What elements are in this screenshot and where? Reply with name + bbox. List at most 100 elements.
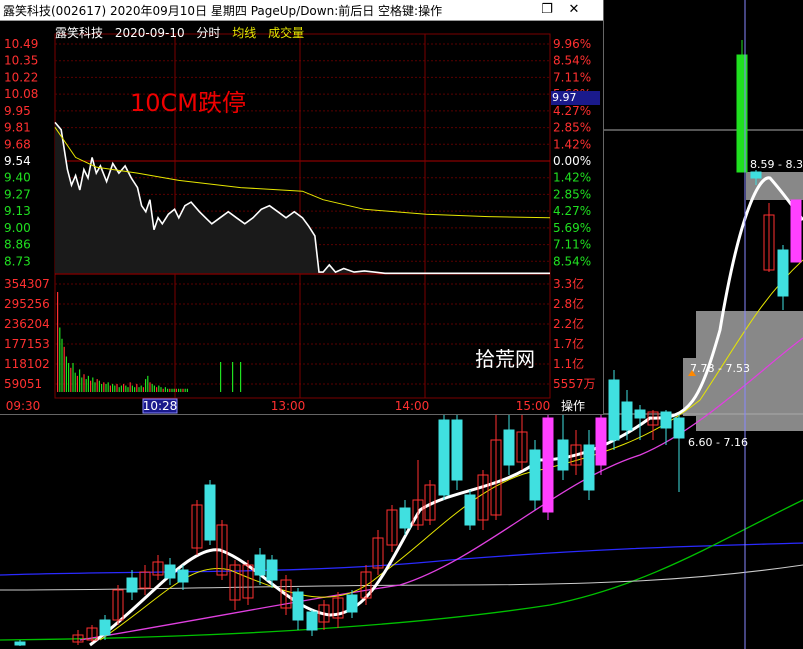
pct-tick-label: 1.42% [553,137,591,151]
amount-tick-label: 2.2亿 [553,316,584,331]
watermark-text: 拾荒网 [475,347,535,371]
volume-bar [65,356,67,392]
volume-bar [94,382,96,392]
volume-bar [79,369,81,392]
candle-body [673,417,685,439]
pct-tick-label: 5.69% [553,221,591,235]
chart-date: 2020-09-10 [114,26,185,40]
candle-body [583,444,595,491]
pct-tick-label: 2.85% [553,187,591,201]
volume-bar [149,382,151,392]
candle-body [595,417,607,466]
candle-body [99,619,111,636]
volume-bar [83,374,85,392]
amount-tick-label: 3.3亿 [553,276,584,291]
volume-bar [63,346,65,392]
price-tick-label: 9.81 [4,121,31,135]
candle-body [438,419,450,496]
volume-bar [118,387,120,392]
candle-body [254,554,266,576]
volume-bar [103,382,105,392]
pct-tick-label: 8.54% [553,254,591,268]
candle-body [164,564,176,579]
volume-bar [186,388,188,392]
zone-annotation: 7.78 - 7.53 [690,362,750,375]
operate-button[interactable]: 操作 [561,397,585,414]
volume-bar [112,383,114,392]
volume-tick-label: 354307 [4,277,50,291]
volume-bar [180,388,182,392]
time-tick-label: 13:00 [271,399,306,413]
volume-bar [175,388,177,392]
candle-body [177,569,189,583]
chart-toolbar: 露笑科技 2020-09-10 分时 均线 成交量 [55,24,312,41]
volume-bar [145,379,147,392]
amount-tick-label: 2.8亿 [553,296,584,311]
volume-bar [70,367,72,392]
volume-bar [220,362,222,392]
volume-bar [142,387,144,392]
volume-bar [120,385,122,392]
amount-tick-label: 5557万 [553,377,596,391]
time-tick-label: 14:00 [395,399,430,413]
current-price-tag: 9.97 [551,91,600,105]
volume-tick-label: 59051 [4,377,42,391]
volume-bar [156,387,158,392]
price-tick-label: 8.86 [4,238,31,252]
volume-bar [57,292,59,392]
volume-bar [92,377,94,392]
candle-body [621,401,633,431]
volume-bar [184,388,186,392]
candle-body [634,409,646,419]
candle-body [660,411,672,429]
candle-body [204,484,216,541]
restore-icon[interactable]: ❐ [538,1,556,19]
pct-tick-label: 2.85% [553,121,591,135]
price-tick-label: 9.68 [4,137,31,151]
volume-tick-label: 295256 [4,297,50,311]
price-tick-label: 9.40 [4,171,31,185]
candle-body [346,594,358,613]
volume-bar [162,388,164,392]
pct-tick-label: 9.96% [553,37,591,51]
intraday-popup-window[interactable]: 露笑科技(002617) 2020年09月10日 星期四 PageUp/Down… [0,0,604,415]
volume-tick-label: 177153 [4,337,50,351]
volume-bar [68,362,70,392]
amount-tick-label: 1.7亿 [553,336,584,351]
candle-body [399,507,411,529]
volume-label: 成交量 [268,26,305,40]
pct-tick-label: 4.27% [553,204,591,218]
chart-mode[interactable]: 分时 [196,26,220,40]
window-titlebar[interactable]: 露笑科技(002617) 2020年09月10日 星期四 PageUp/Down… [0,0,603,21]
amount-tick-label: 1.1亿 [553,356,584,371]
ma-line-white [0,564,803,591]
volume-tick-label: 118102 [4,357,50,371]
volume-bar [147,375,149,392]
price-tick-label: 9.27 [4,187,31,201]
pct-tick-label: 8.54% [553,54,591,68]
volume-bar [164,387,166,392]
volume-bar [87,375,89,392]
volume-bar [131,385,133,392]
volume-bar [61,338,63,392]
volume-bar [160,387,162,392]
volume-tick-label: 236204 [4,317,50,331]
candle-body [126,577,138,593]
volume-bar [173,388,175,392]
volume-bar [169,388,171,392]
candle-body [777,249,789,297]
volume-bar [85,379,87,392]
volume-bar [129,382,131,392]
volume-bar [167,388,169,392]
volume-bar [232,362,234,392]
volume-bar [153,385,155,392]
volume-bar [240,362,242,392]
volume-bar [151,383,153,392]
price-area [55,122,550,274]
avg-line-label: 均线 [232,26,257,40]
close-icon[interactable]: ✕ [565,1,583,19]
price-tick-label: 10.08 [4,87,38,101]
volume-bar [134,387,136,392]
price-tick-label: 9.13 [4,204,31,218]
volume-bar [125,385,127,392]
